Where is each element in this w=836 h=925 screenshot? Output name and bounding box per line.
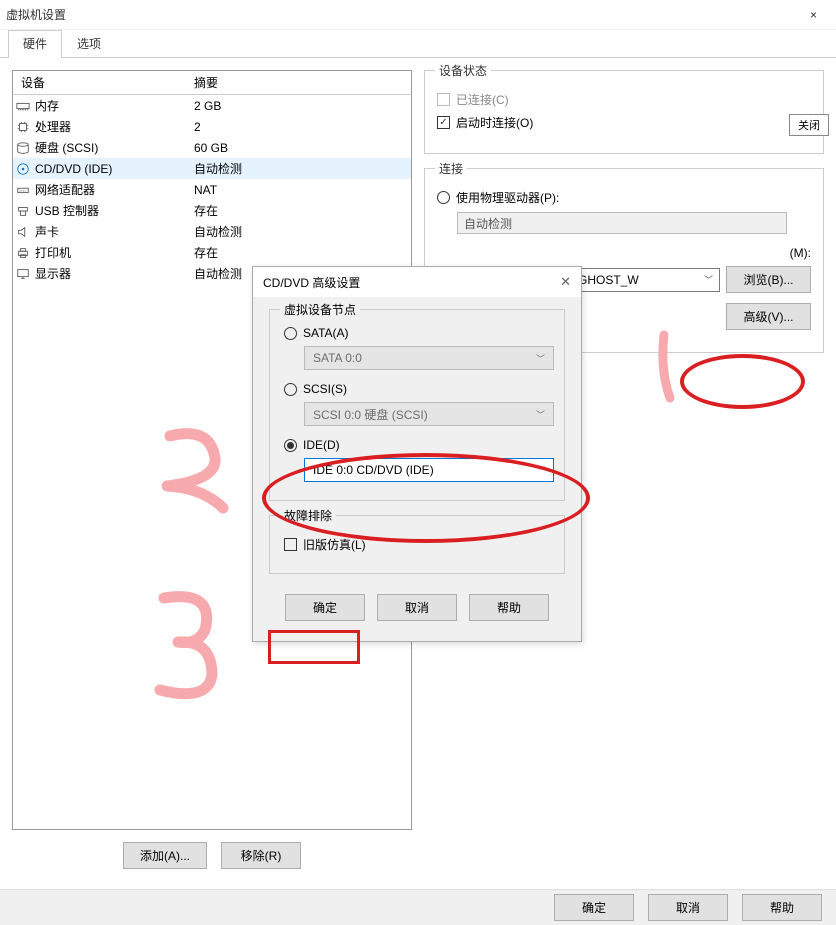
printer-icon (13, 246, 33, 260)
device-row[interactable]: 内存2 GB (13, 95, 411, 116)
advanced-dialog: CD/DVD 高级设置 ✕ 虚拟设备节点 SATA(A) SATA 0:0﹀ S… (252, 266, 582, 642)
device-summary: 60 GB (188, 141, 411, 155)
disk-icon (13, 141, 33, 155)
remove-button[interactable]: 移除(R) (221, 842, 301, 869)
device-list-header: 设备 摘要 (13, 71, 411, 95)
memory-icon (13, 99, 33, 113)
left-buttons: 添加(A)... 移除(R) (12, 842, 412, 869)
status-title: 设备状态 (435, 62, 491, 79)
status-group: 设备状态 已连接(C) ✓ 启动时连接(O) (424, 70, 824, 154)
net-icon (13, 183, 33, 197)
scsi-radio[interactable] (284, 383, 297, 396)
device-row[interactable]: 网络适配器NAT (13, 179, 411, 200)
device-row[interactable]: CD/DVD (IDE)自动检测 (13, 158, 411, 179)
scsi-label: SCSI(S) (303, 382, 347, 396)
device-summary: 2 GB (188, 99, 411, 113)
adv-titlebar: CD/DVD 高级设置 ✕ (253, 267, 581, 297)
physical-value: 自动检测 (457, 212, 787, 234)
footer-ok-button[interactable]: 确定 (554, 894, 634, 921)
device-row[interactable]: 处理器2 (13, 116, 411, 137)
physical-label: 使用物理驱动器(P): (456, 189, 559, 206)
device-name: 打印机 (33, 244, 188, 261)
footer-help-button[interactable]: 帮助 (742, 894, 822, 921)
device-name: 处理器 (33, 118, 188, 135)
sata-label: SATA(A) (303, 326, 349, 340)
node-group: 虚拟设备节点 SATA(A) SATA 0:0﹀ SCSI(S) SCSI 0:… (269, 309, 565, 501)
connected-label: 已连接(C) (456, 91, 509, 108)
tab-options[interactable]: 选项 (62, 30, 116, 58)
device-summary: 存在 (188, 202, 411, 219)
trouble-group-title: 故障排除 (280, 507, 336, 524)
close-balloon[interactable]: 关闭 (789, 114, 829, 136)
connected-row: 已连接(C) (437, 91, 811, 108)
device-row[interactable]: 声卡自动检测 (13, 221, 411, 242)
device-summary: NAT (188, 183, 411, 197)
window-close-button[interactable]: × (791, 0, 836, 30)
device-row[interactable]: 硬盘 (SCSI)60 GB (13, 137, 411, 158)
device-name: 硬盘 (SCSI) (33, 139, 188, 156)
adv-ok-button[interactable]: 确定 (285, 594, 365, 621)
device-name: 网络适配器 (33, 181, 188, 198)
device-row[interactable]: 打印机存在 (13, 242, 411, 263)
device-summary: 存在 (188, 244, 411, 261)
header-summary: 摘要 (188, 74, 411, 91)
connected-checkbox[interactable] (437, 93, 450, 106)
adv-buttons: 确定 取消 帮助 (269, 588, 565, 633)
trouble-group: 故障排除 旧版仿真(L) (269, 515, 565, 574)
connect-power-checkbox[interactable]: ✓ (437, 116, 450, 129)
device-name: USB 控制器 (33, 202, 188, 219)
sound-icon (13, 225, 33, 239)
footer-cancel-button[interactable]: 取消 (648, 894, 728, 921)
device-name: CD/DVD (IDE) (33, 162, 188, 176)
add-button[interactable]: 添加(A)... (123, 842, 207, 869)
device-row[interactable]: USB 控制器存在 (13, 200, 411, 221)
connect-power-label: 启动时连接(O) (456, 114, 533, 131)
ide-label: IDE(D) (303, 438, 340, 452)
device-summary: 2 (188, 120, 411, 134)
node-group-title: 虚拟设备节点 (280, 301, 360, 318)
scsi-combo: SCSI 0:0 硬盘 (SCSI)﹀ (304, 402, 554, 426)
window-title: 虚拟机设置 (0, 6, 66, 23)
legacy-checkbox[interactable] (284, 538, 297, 551)
tabs: 硬件 选项 (0, 30, 836, 58)
sata-radio[interactable] (284, 327, 297, 340)
header-device: 设备 (13, 74, 188, 91)
adv-cancel-button[interactable]: 取消 (377, 594, 457, 621)
usb-icon (13, 204, 33, 218)
adv-title: CD/DVD 高级设置 (263, 274, 360, 291)
sata-combo: SATA 0:0﹀ (304, 346, 554, 370)
footer: 确定 取消 帮助 (0, 889, 836, 925)
legacy-label: 旧版仿真(L) (303, 536, 366, 553)
connect-power-row: ✓ 启动时连接(O) (437, 114, 811, 131)
connect-title: 连接 (435, 160, 467, 177)
chevron-down-icon: ﹀ (704, 273, 713, 286)
ide-combo[interactable]: IDE 0:0 CD/DVD (IDE)﹀ (304, 458, 554, 482)
device-name: 内存 (33, 97, 188, 114)
physical-radio[interactable] (437, 191, 450, 204)
iso-label: (M): (790, 246, 811, 260)
device-name: 声卡 (33, 223, 188, 240)
iso-row: MF_GHOST_W ﹀ 浏览(B)... (547, 266, 811, 293)
adv-help-button[interactable]: 帮助 (469, 594, 549, 621)
physical-row: 使用物理驱动器(P): (437, 189, 811, 206)
device-name: 显示器 (33, 265, 188, 282)
advanced-button[interactable]: 高级(V)... (726, 303, 811, 330)
browse-button[interactable]: 浏览(B)... (726, 266, 811, 293)
cd-icon (13, 162, 33, 176)
ide-radio[interactable] (284, 439, 297, 452)
titlebar: 虚拟机设置 × (0, 0, 836, 30)
adv-close-icon[interactable]: ✕ (560, 274, 571, 290)
cpu-icon (13, 120, 33, 134)
device-summary: 自动检测 (188, 223, 411, 240)
device-summary: 自动检测 (188, 160, 411, 177)
tab-hardware[interactable]: 硬件 (8, 30, 62, 58)
display-icon (13, 267, 33, 281)
